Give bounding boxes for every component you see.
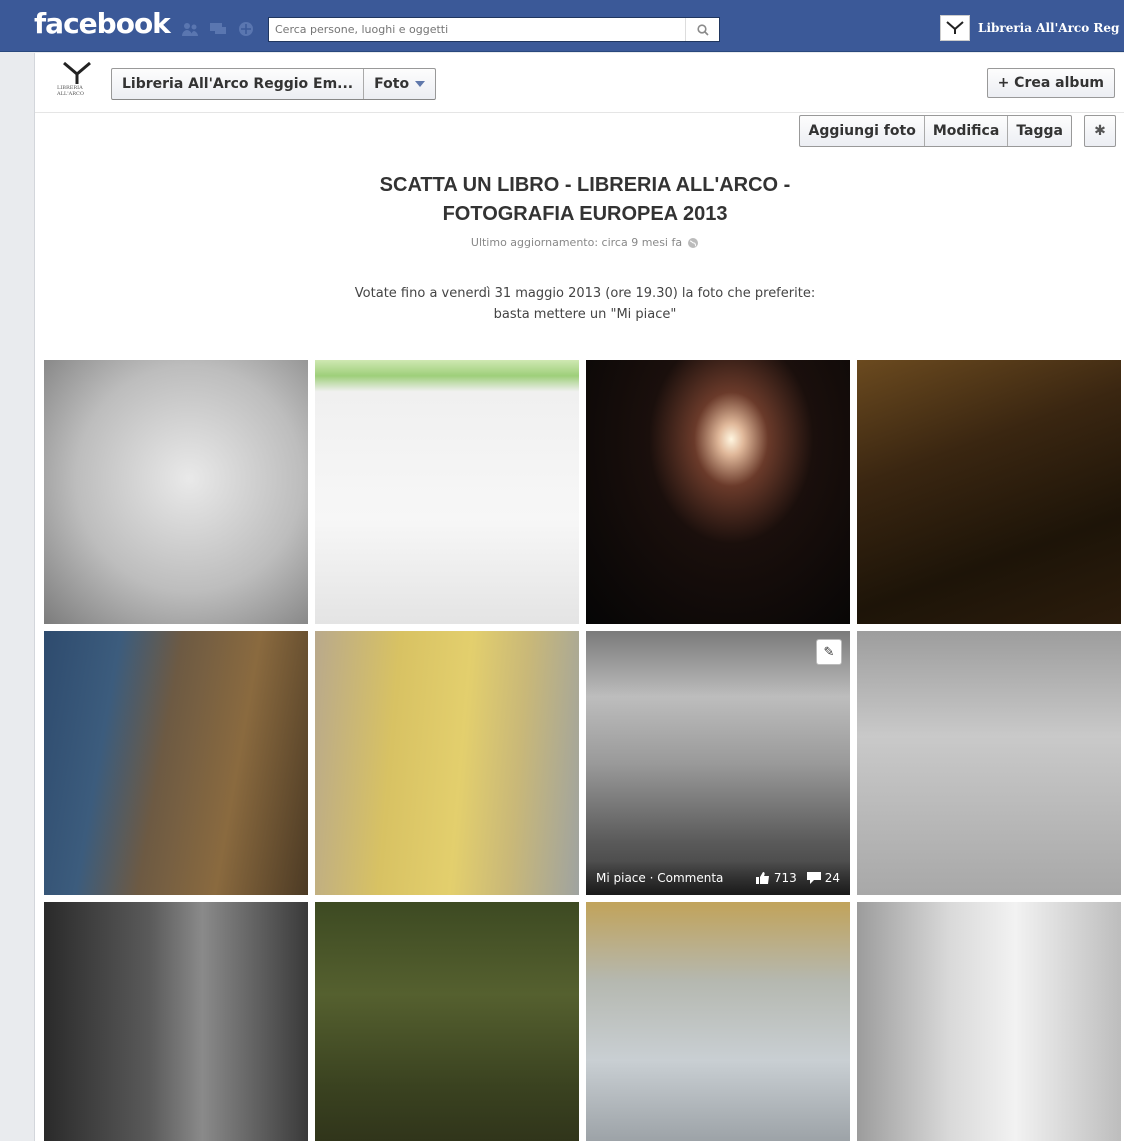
- photo-thumbnail[interactable]: [315, 631, 579, 895]
- breadcrumb-page[interactable]: Libreria All'Arco Reggio Em...: [112, 69, 363, 99]
- tag-button[interactable]: Tagga: [1007, 116, 1071, 146]
- top-bar: facebook Libreria All'Arco Reg: [0, 0, 1124, 52]
- breadcrumb-page-label: Libreria All'Arco Reggio Em...: [122, 76, 354, 92]
- add-photo-button[interactable]: Aggiungi foto: [800, 116, 923, 146]
- photo-stats: 713 24: [755, 871, 840, 885]
- gear-icon[interactable]: ✱: [1084, 115, 1116, 147]
- photo-thumbnail[interactable]: [315, 360, 579, 624]
- breadcrumb: Libreria All'Arco Reggio Em... Foto: [111, 68, 437, 100]
- friends-icon[interactable]: [180, 21, 200, 37]
- messages-icon[interactable]: [208, 21, 228, 37]
- album-actions: Aggiungi foto Modifica Tagga: [799, 115, 1072, 147]
- photo-thumbnail[interactable]: [857, 902, 1121, 1141]
- create-album-button[interactable]: + Crea album: [986, 68, 1115, 98]
- notification-jewels: [180, 21, 256, 37]
- photo-thumbnail[interactable]: [586, 360, 850, 624]
- album-title: SCATTA UN LIBRO - LIBRERIA ALL'ARCO - FO…: [255, 171, 915, 229]
- album-toolbar: LIBRERIA ALL'ARCO Libreria All'Arco Regg…: [35, 53, 1124, 113]
- photo-thumbnail[interactable]: [44, 902, 308, 1141]
- facebook-logo[interactable]: facebook: [34, 10, 171, 38]
- photo-album-content: LIBRERIA ALL'ARCO Libreria All'Arco Regg…: [34, 53, 1124, 1141]
- comment-icon: [806, 872, 821, 884]
- pencil-icon[interactable]: ✎: [816, 639, 842, 665]
- album-description: Votate fino a venerdì 31 maggio 2013 (or…: [285, 283, 885, 325]
- photo-thumbnail[interactable]: [315, 902, 579, 1141]
- photo-thumbnail-hovered[interactable]: ✎ Mi piace · Commenta 713 24: [586, 631, 850, 895]
- photo-thumbnail[interactable]: [586, 902, 850, 1141]
- edit-button[interactable]: Modifica: [923, 116, 1008, 146]
- caret-down-icon: [415, 81, 426, 87]
- last-updated-text: Ultimo aggiornamento: circa 9 mesi fa: [470, 236, 683, 249]
- search-button[interactable]: [685, 18, 719, 41]
- like-comment-links[interactable]: Mi piace · Commenta: [596, 871, 723, 885]
- search-icon: [696, 23, 709, 36]
- photo-thumbnail[interactable]: [857, 631, 1121, 895]
- photo-hover-overlay: Mi piace · Commenta 713 24: [586, 861, 850, 895]
- last-updated: Ultimo aggiornamento: circa 9 mesi fa: [385, 236, 785, 249]
- photo-thumbnail[interactable]: [44, 631, 308, 895]
- left-gutter: [0, 53, 34, 1141]
- comments-count: 24: [824, 871, 840, 885]
- search-input[interactable]: [269, 18, 679, 41]
- page-logo-text: LIBRERIA ALL'ARCO: [57, 85, 84, 97]
- page-logo-thumbnail: [940, 15, 970, 41]
- search-box: [268, 17, 720, 42]
- description-line2: basta mettere un "Mi piace": [493, 307, 677, 322]
- photo-thumbnail[interactable]: [857, 360, 1121, 624]
- breadcrumb-section-label: Foto: [374, 76, 410, 92]
- like-icon: [755, 872, 769, 884]
- photo-grid: ✎ Mi piace · Commenta 713 24: [44, 360, 1124, 1141]
- album-title-line2: FOTOGRAFIA EUROPEA 2013: [442, 203, 728, 225]
- description-line1: Votate fino a venerdì 31 maggio 2013 (or…: [354, 286, 816, 301]
- photo-thumbnail[interactable]: [44, 360, 308, 624]
- globe-icon[interactable]: [687, 237, 699, 249]
- album-title-line1: SCATTA UN LIBRO - LIBRERIA ALL'ARCO -: [379, 174, 791, 196]
- page-logo[interactable]: LIBRERIA ALL'ARCO: [57, 61, 97, 105]
- likes-count: 713: [773, 871, 797, 885]
- top-page-shortcut[interactable]: Libreria All'Arco Reg: [940, 15, 1119, 41]
- breadcrumb-section[interactable]: Foto: [363, 69, 435, 99]
- notifications-icon[interactable]: [236, 21, 256, 37]
- page-name-link[interactable]: Libreria All'Arco Reg: [978, 21, 1119, 35]
